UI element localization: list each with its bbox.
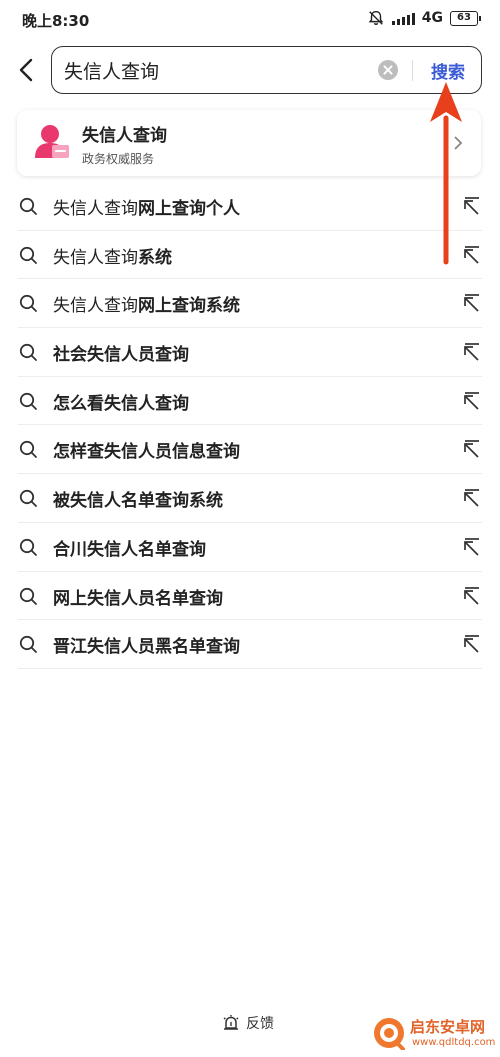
suggestion-text: 怎样查失信人员信息查询 [53,437,240,462]
service-title: 失信人查询 [82,126,167,146]
suggestion-suffix: 网上失信人员名单查询 [53,588,223,609]
bell-muted-icon [368,10,384,26]
service-card[interactable]: 失信人查询 政务权威服务 [17,110,481,176]
signal-icon [391,11,415,25]
feedback-label: 反馈 [246,1016,274,1032]
suggestion-text: 怎么看失信人查询 [53,389,189,414]
divider [412,60,413,81]
suggestion-text: 失信人查询系统 [53,243,172,268]
clear-icon[interactable] [378,60,398,80]
suggestion-text: 合川失信人名单查询 [53,535,206,560]
suggestion-prefix: 失信人查询 [53,247,138,268]
suggestion-text: 失信人查询网上查询个人 [53,194,240,219]
suggestion-text: 失信人查询网上查询系统 [53,291,240,316]
suggestion-suffix: 晋江失信人员黑名单查询 [53,637,240,658]
service-subtitle: 政务权威服务 [82,152,155,166]
service-person-icon [35,125,69,158]
status-indicators: 4G 63 [367,9,481,27]
search-icon [19,490,37,508]
suggestion-suffix: 网上查询系统 [138,296,240,317]
suggestion-suffix: 被失信人名单查询系统 [53,491,223,512]
search-icon [19,343,37,361]
watermark-url: www.qdltdq.com [412,1037,496,1048]
suggestion-list: 失信人查询网上查询个人 失信人查询系统 失信人查询网上查询系统 社会失信人员查询 怎么看… [0,182,500,669]
chevron-right-icon [454,136,463,150]
suggestion-item[interactable]: 失信人查询系统 [18,231,482,280]
suggestion-item[interactable]: 被失信人名单查询系统 [18,474,482,523]
search-icon [19,392,37,410]
arrow-up-left-icon[interactable] [462,439,482,459]
suggestion-suffix: 怎样查失信人员信息查询 [53,442,240,463]
arrow-up-left-icon[interactable] [462,245,482,265]
search-input[interactable] [64,56,374,84]
suggestion-item[interactable]: 失信人查询网上查询个人 [18,182,482,231]
suggestion-prefix: 失信人查询 [53,296,138,317]
back-chevron-icon[interactable] [14,55,40,85]
search-icon [19,197,37,215]
arrow-up-left-icon[interactable] [462,537,482,557]
watermark-name: 启东安卓网 [410,1018,486,1036]
search-icon [19,295,37,313]
search-icon [19,587,37,605]
arrow-up-left-icon[interactable] [462,391,482,411]
suggestion-prefix: 失信人查询 [53,199,138,219]
suggestion-suffix: 怎么看失信人查询 [53,393,189,414]
arrow-up-left-icon[interactable] [462,196,482,216]
search-icon [19,246,37,264]
watermark-logo-icon [374,1018,405,1050]
network-type: 4G [421,10,443,26]
suggestion-suffix: 社会失信人员查询 [53,345,189,366]
status-bar: 晚上8:30 4G 63 [0,0,500,40]
battery-icon: 63 [450,10,481,26]
suggestion-suffix: 合川失信人名单查询 [53,539,206,560]
suggestion-item[interactable]: 失信人查询网上查询系统 [18,279,482,329]
feedback-button[interactable]: 反馈 [222,1013,274,1033]
suggestion-text: 网上失信人员名单查询 [53,584,223,609]
suggestion-item[interactable]: 网上失信人员名单查询 [18,572,482,621]
suggestion-suffix: 网上查询个人 [138,199,240,219]
suggestion-item[interactable]: 怎样查失信人员信息查询 [18,425,482,475]
suggestion-item[interactable]: 怎么看失信人查询 [18,377,482,426]
search-icon [19,636,37,654]
suggestion-item[interactable]: 晋江失信人员黑名单查询 [18,620,482,669]
status-time: 晚上8:30 [22,12,90,30]
suggestion-suffix: 系统 [138,247,172,268]
arrow-up-left-icon[interactable] [462,488,482,508]
suggestion-text: 晋江失信人员黑名单查询 [53,632,240,657]
suggestion-text: 被失信人名单查询系统 [53,486,223,511]
arrow-up-left-icon[interactable] [462,293,482,313]
arrow-up-left-icon[interactable] [462,586,482,606]
feedback-icon [223,1015,239,1030]
battery-level: 63 [457,11,471,23]
arrow-up-left-icon[interactable] [462,342,482,362]
search-button[interactable]: 搜索 [420,56,476,84]
search-bar: 搜索 [51,46,482,94]
suggestion-item[interactable]: 社会失信人员查询 [18,328,482,377]
suggestion-item[interactable]: 合川失信人名单查询 [18,523,482,572]
watermark: 启东安卓网 www.qdltdq.com [372,1014,496,1054]
suggestion-text: 社会失信人员查询 [53,340,189,365]
arrow-up-left-icon[interactable] [462,634,482,654]
search-icon [19,538,37,556]
search-icon [19,441,37,459]
